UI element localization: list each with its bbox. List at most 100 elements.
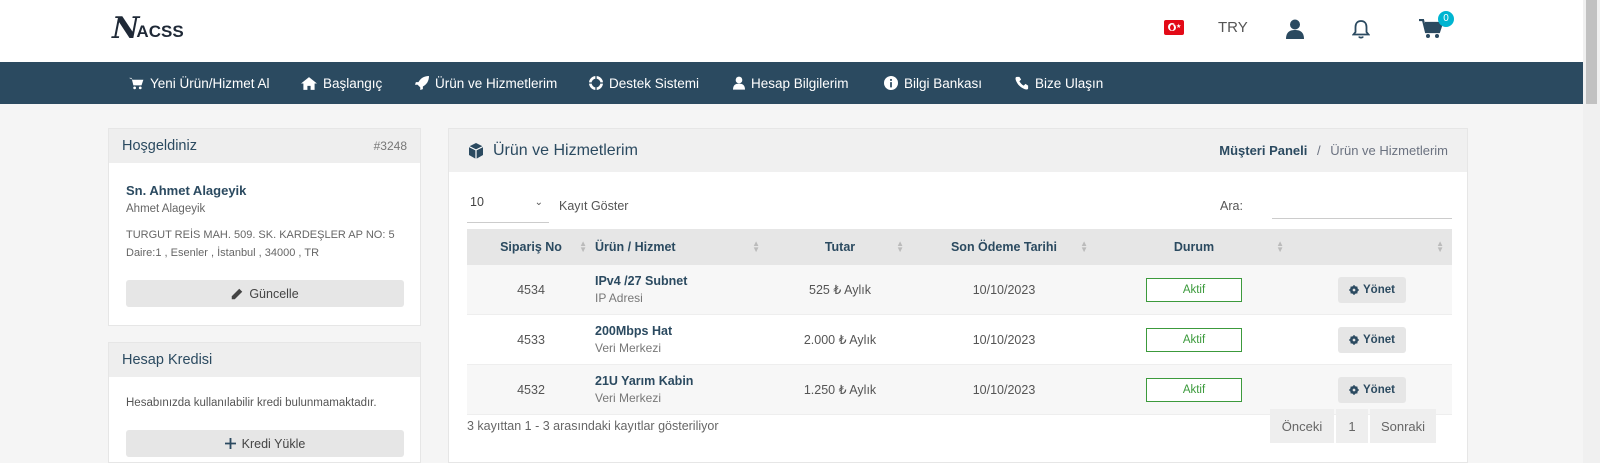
sort-icon: ▲ ▼ <box>896 239 904 254</box>
sort-icon: ▲ ▼ <box>1436 239 1444 254</box>
column-status[interactable]: Durum ▲ ▼ <box>1096 229 1292 265</box>
client-subname: Ahmet Alageyik <box>126 203 206 215</box>
amount: 2.000 ₺ Aylık <box>803 333 877 347</box>
services-table: Sipariş No ▲ ▼ Ürün / Hizmet ▲ ▼ Tutar ▲ ▼ Son… <box>467 229 1452 415</box>
nav-label: Ürün ve Hizmetlerim <box>435 75 558 91</box>
welcome-card: Hoşgeldiniz #3248 Sn. Ahmet Alageyik Ahm… <box>108 128 421 326</box>
search-label: Ara: <box>1220 199 1243 213</box>
product-group: IP Adresi <box>595 291 643 305</box>
table-row[interactable]: 4534 IPv4 /27 Subnet IP Adresi 525 ₺ Ayl… <box>467 265 1452 315</box>
pager-page-1[interactable]: 1 <box>1336 409 1368 443</box>
column-due-date[interactable]: Son Ödeme Tarihi ▲ ▼ <box>912 229 1096 265</box>
top-header: N ACSS ★ TRY 0 <box>0 0 1583 62</box>
product-group: Veri Merkezi <box>595 391 662 405</box>
nav-item-support[interactable]: Destek Sistemi <box>589 62 699 104</box>
page-length-select[interactable]: 10 ⌄ <box>467 195 549 223</box>
address-line-1: TURGUT REİS MAH. 509. SK. KARDEŞLER AP N… <box>126 229 395 241</box>
manage-button[interactable]: Yönet <box>1338 376 1406 403</box>
pager-next[interactable]: Sonraki <box>1370 409 1436 443</box>
manage-button-label: Yönet <box>1363 333 1395 346</box>
credit-title: Hesap Kredisi <box>122 352 213 368</box>
column-label: Durum <box>1173 240 1215 254</box>
column-label: Ürün / Hizmet <box>595 240 676 254</box>
column-product[interactable]: Ürün / Hizmet ▲ ▼ <box>595 229 768 265</box>
info-icon <box>884 76 898 90</box>
breadcrumb: Müşteri Paneli / Ürün ve Hizmetlerim <box>1219 143 1448 158</box>
add-credit-button-label: Kredi Yükle <box>241 436 306 451</box>
lifebuoy-icon <box>589 76 603 90</box>
page-scrollbar[interactable] <box>1583 0 1600 463</box>
credit-text: Hesabınızda kullanılabilir kredi bulunma… <box>126 397 377 409</box>
scrollbar-thumb[interactable] <box>1586 0 1597 104</box>
amount: 1.250 ₺ Aylık <box>803 383 877 397</box>
nav-label: Bize Ulaşın <box>1035 75 1104 91</box>
table-info: 3 kayıttan 1 - 3 arasındaki kayıtlar gös… <box>467 419 719 433</box>
home-icon <box>301 76 317 90</box>
nav-label: Bilgi Bankası <box>904 75 983 91</box>
bell-icon[interactable] <box>1346 14 1376 44</box>
services-panel-header: Ürün ve Hizmetlerim Müşteri Paneli / Ürü… <box>449 129 1467 172</box>
credit-card-header: Hesap Kredisi <box>109 343 420 377</box>
breadcrumb-current: Ürün ve Hizmetlerim <box>1330 143 1448 158</box>
due-date: 10/10/2023 <box>972 332 1036 347</box>
product-group: Veri Merkezi <box>595 341 662 355</box>
status-cell: Aktif <box>1096 265 1292 315</box>
status-badge: Aktif <box>1146 277 1242 302</box>
action-cell: Yönet <box>1292 315 1452 365</box>
plus-icon <box>224 438 236 449</box>
breadcrumb-home[interactable]: Müşteri Paneli <box>1219 143 1307 158</box>
nav-label: Başlangıç <box>323 75 383 91</box>
due-date: 10/10/2023 <box>972 382 1036 397</box>
client-id: #3248 <box>373 139 407 153</box>
manage-button[interactable]: Yönet <box>1338 326 1406 353</box>
search-input[interactable] <box>1272 191 1452 219</box>
nav-item-home[interactable]: Başlangıç <box>301 62 382 104</box>
cart-button[interactable]: 0 <box>1416 11 1454 44</box>
pager-previous[interactable]: Önceki <box>1270 409 1334 443</box>
address-line-2: Daire:1 , Esenler , İstanbul , 34000 , T… <box>126 247 320 259</box>
table-row[interactable]: 4532 21U Yarım Kabin Veri Merkezi 1.250 … <box>467 365 1452 415</box>
nav-label: Hesap Bilgilerim <box>751 75 849 91</box>
page-length-label: Kayıt Göster <box>559 199 629 213</box>
manage-button-label: Yönet <box>1363 283 1395 296</box>
page-length-value: 10 <box>470 195 484 209</box>
product-cell: 200Mbps Hat Veri Merkezi <box>595 315 768 365</box>
table-header: Sipariş No ▲ ▼ Ürün / Hizmet ▲ ▼ Tutar ▲ ▼ Son… <box>467 229 1452 265</box>
nav-item-contact[interactable]: Bize Ulaşın <box>1015 62 1103 104</box>
logo[interactable]: N ACSS <box>112 10 184 46</box>
nav-label: Destek Sistemi <box>609 75 700 91</box>
add-credit-button[interactable]: Kredi Yükle <box>126 430 404 457</box>
main-navigation: Yeni Ürün/Hizmet Al Başlangıç Ürün ve Hi… <box>0 62 1583 104</box>
order-number: 4532 <box>517 382 545 397</box>
welcome-card-header: Hoşgeldiniz #3248 <box>109 129 420 163</box>
update-button[interactable]: Güncelle <box>126 280 404 307</box>
page-title: Ürün ve Hizmetlerim <box>468 142 638 160</box>
cube-icon <box>468 142 484 159</box>
order-number: 4534 <box>517 282 545 297</box>
status-badge: Aktif <box>1146 377 1242 402</box>
sort-icon: ▲ ▼ <box>579 239 587 254</box>
turkish-flag-icon[interactable]: ★ <box>1164 20 1184 35</box>
column-order-no[interactable]: Sipariş No ▲ ▼ <box>467 229 595 265</box>
product-cell: 21U Yarım Kabin Veri Merkezi <box>595 365 768 415</box>
amount: 525 ₺ Aylık <box>809 283 871 297</box>
status-cell: Aktif <box>1096 315 1292 365</box>
user-icon[interactable] <box>1280 14 1310 44</box>
user-icon <box>733 76 745 90</box>
gear-icon <box>1349 284 1360 295</box>
nav-item-services[interactable]: Ürün ve Hizmetlerim <box>415 62 557 104</box>
manage-button[interactable]: Yönet <box>1338 276 1406 303</box>
column-amount[interactable]: Tutar ▲ ▼ <box>768 229 912 265</box>
nav-item-new-order[interactable]: Yeni Ürün/Hizmet Al <box>129 62 270 104</box>
manage-button-label: Yönet <box>1363 383 1395 396</box>
currency-selector[interactable]: TRY <box>1218 19 1248 36</box>
nav-item-account[interactable]: Hesap Bilgilerim <box>733 62 849 104</box>
table-row[interactable]: 4533 200Mbps Hat Veri Merkezi 2.000 ₺ Ay… <box>467 315 1452 365</box>
sort-icon: ▲ ▼ <box>1276 239 1284 254</box>
column-actions[interactable]: ▲ ▼ <box>1292 229 1452 265</box>
sort-icon: ▲ ▼ <box>752 239 760 254</box>
logo-mark: N <box>112 10 139 46</box>
nav-item-knowledgebase[interactable]: Bilgi Bankası <box>884 62 982 104</box>
column-label: Sipariş No <box>500 240 562 254</box>
cart-icon <box>129 77 144 89</box>
